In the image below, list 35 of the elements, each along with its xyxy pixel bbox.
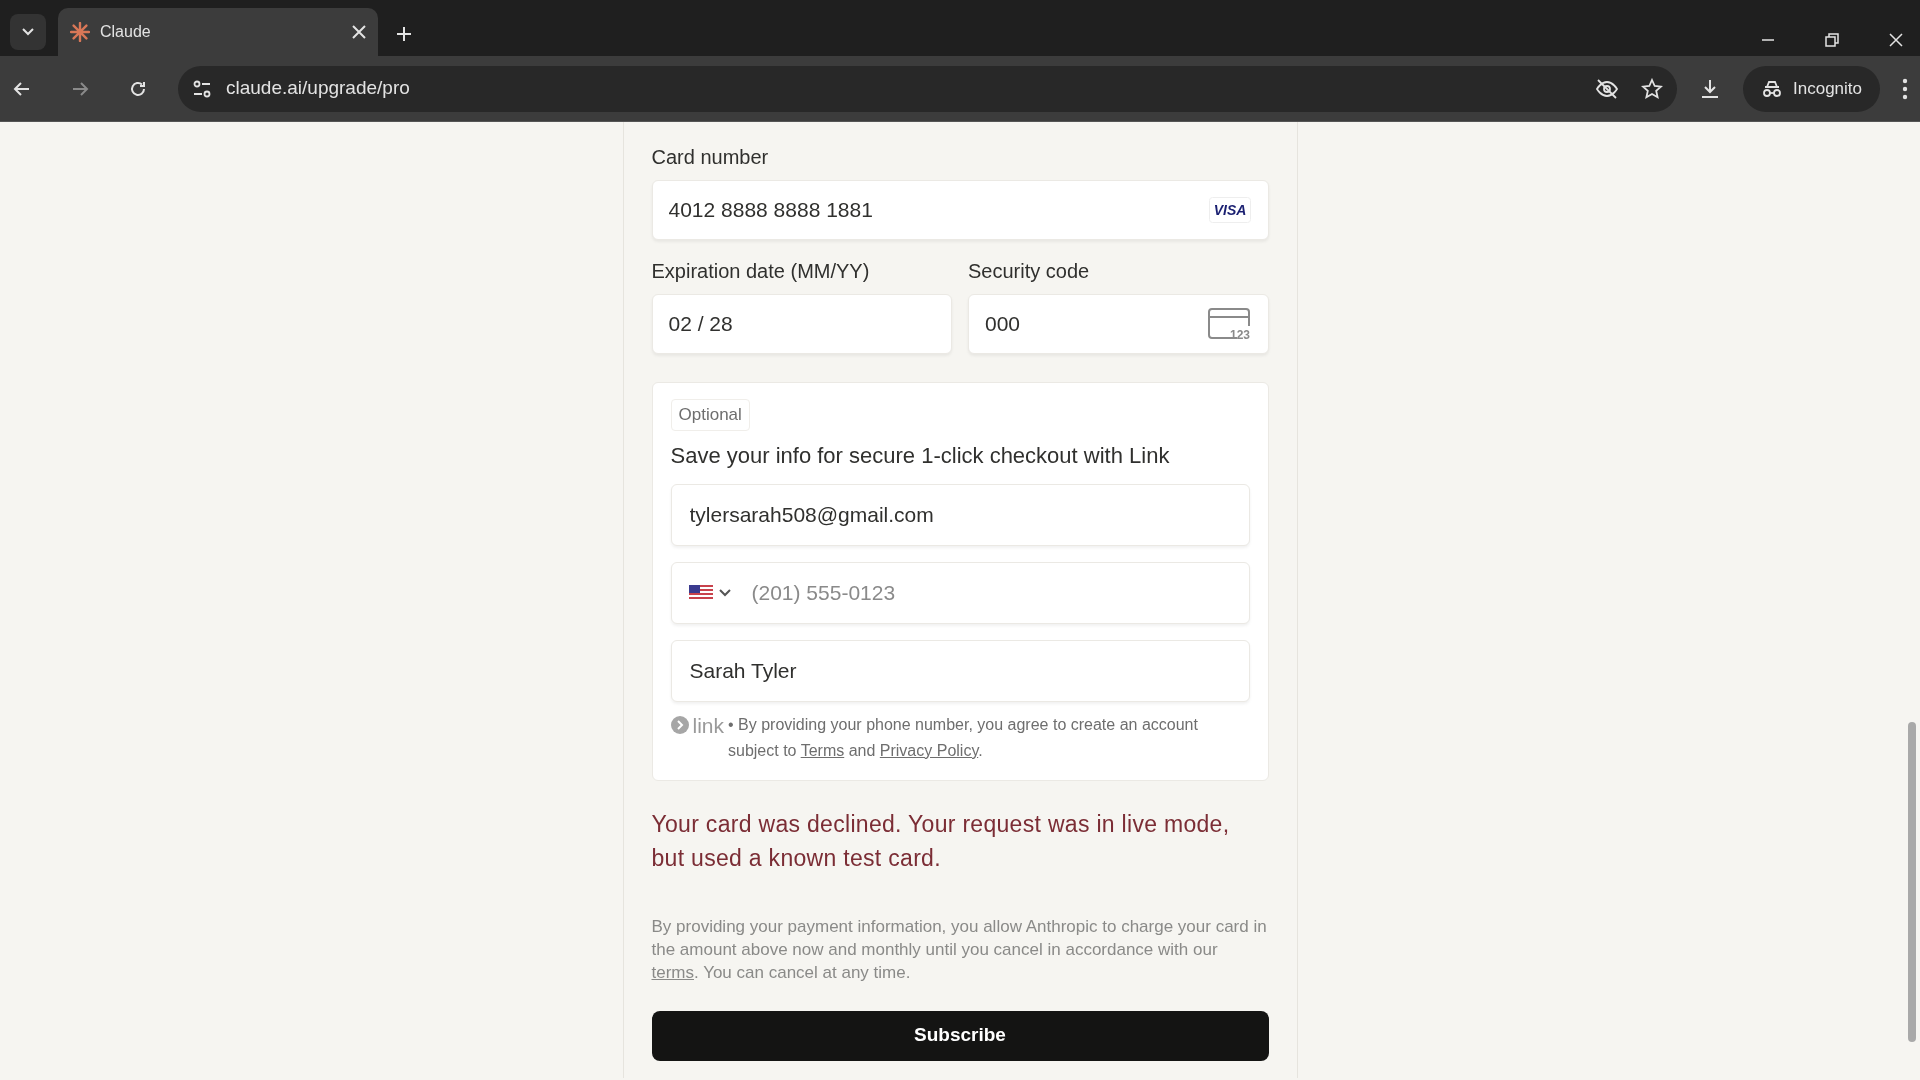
new-tab-icon[interactable] (396, 26, 412, 42)
optional-badge: Optional (670, 399, 750, 431)
close-icon[interactable] (352, 25, 366, 39)
card-brand-logo: VISA (1208, 197, 1251, 223)
link[interactable]: Terms (800, 741, 845, 759)
payment-disclaimer: By providing your payment information, you allow Anthropic to charge your card in the amount above now and monthly until you cancel in accordance with our terms. You can cancel at any time. (651, 915, 1268, 984)
incognito-button[interactable]: Incognito (1743, 65, 1880, 112)
menu-icon[interactable] (1902, 77, 1908, 100)
tab-search-button[interactable] (10, 14, 46, 50)
restore-icon[interactable] (1824, 32, 1840, 48)
close-icon[interactable] (1888, 32, 1904, 48)
link-logo-icon (670, 716, 689, 735)
name-field[interactable]: Sarah Tyler (670, 639, 1250, 702)
browser-tab[interactable]: Claude (58, 8, 378, 56)
phone-field[interactable]: (201) 555-0123 (670, 561, 1250, 624)
field-label: Expiration date (MM/YY) (651, 259, 871, 284)
chevron-down-icon (21, 27, 35, 37)
field-label: Card number (651, 145, 770, 170)
error-message: Your card was declined. Your request was in live mode, but used a known test card. (651, 809, 1231, 873)
subscribe-button[interactable]: Subscribe (651, 1010, 1269, 1061)
site-settings-icon[interactable] (192, 79, 212, 98)
field-label: Security code (968, 259, 1091, 284)
star-icon[interactable] (1641, 77, 1663, 100)
eye-slash-icon[interactable] (1595, 78, 1619, 99)
link[interactable]: Privacy Policy (879, 741, 979, 759)
flag-dropdown-icon[interactable] (688, 583, 733, 602)
consent-text: • By providing your phone number, you agree to create an account subject to Terms and Privacy Policy. (728, 714, 1199, 761)
link-logo-text: link (692, 712, 724, 739)
tab-title: Claude (100, 22, 152, 42)
expiration-date-field[interactable]: 02 / 28 (651, 294, 952, 354)
sparkle-icon (70, 22, 90, 42)
download-icon[interactable] (1699, 77, 1721, 100)
email-field[interactable]: tylersarah508@gmail.com (670, 483, 1250, 546)
link-heading: Save your info for secure 1-click checkout with Link (670, 441, 1171, 470)
incognito-icon (1761, 79, 1783, 98)
